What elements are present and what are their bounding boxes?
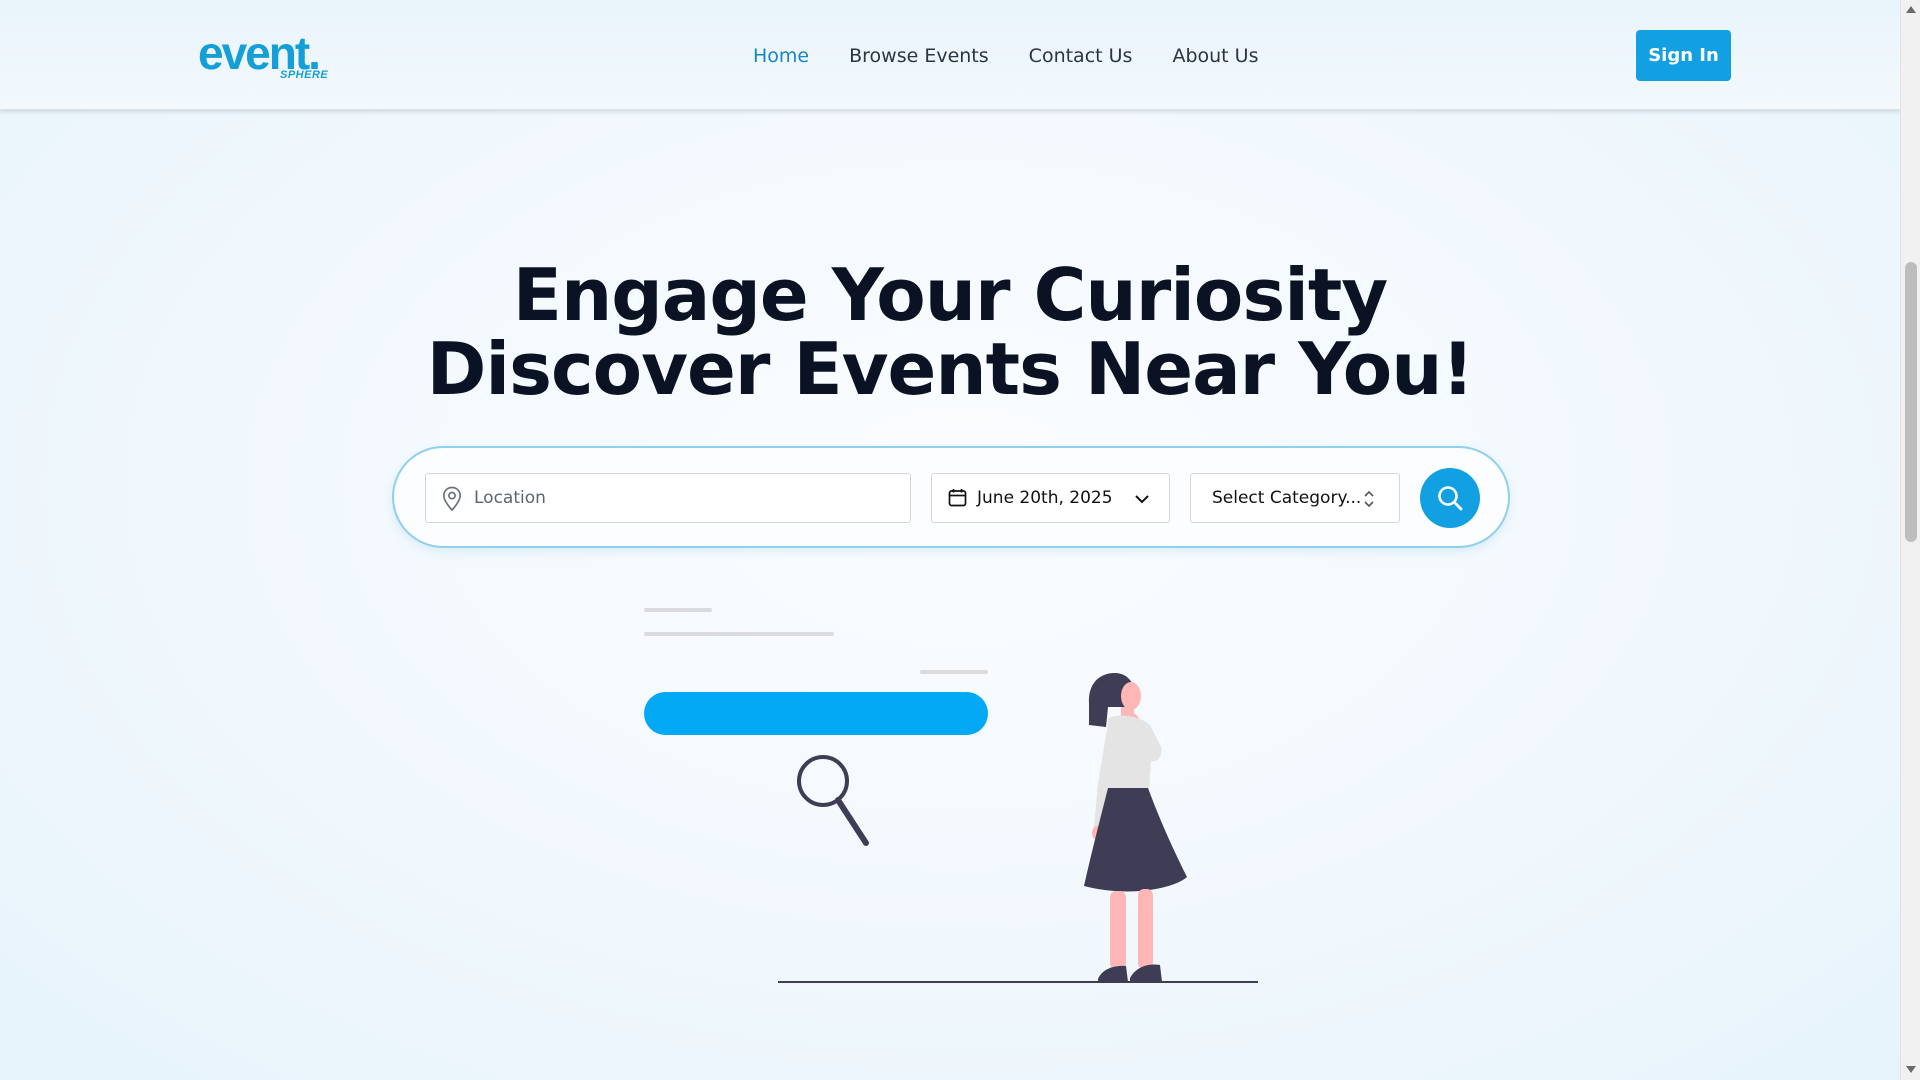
illustration-line-1	[644, 608, 712, 612]
calendar-icon	[948, 488, 967, 511]
category-value: Select Category...	[1212, 488, 1362, 508]
date-picker[interactable]: June 20th, 2025	[931, 473, 1170, 523]
site-header: event. SPHERE Home Browse Events Contact…	[0, 0, 1900, 110]
scrollbar-thumb[interactable]	[1905, 262, 1917, 542]
map-pin-icon	[442, 486, 462, 516]
search-icon	[1438, 486, 1463, 511]
hero-title-line-2: Discover Events Near You!	[426, 327, 1475, 411]
illustration-line-2	[644, 632, 834, 636]
nav-link-contact-us[interactable]: Contact Us	[1029, 40, 1133, 72]
category-select[interactable]: Select Category...	[1190, 473, 1400, 523]
illustration-search-bar	[644, 692, 988, 735]
sign-in-button[interactable]: Sign In	[1636, 30, 1731, 81]
location-input[interactable]	[474, 474, 894, 522]
location-field[interactable]	[425, 473, 911, 523]
hero-title-line-1: Engage Your Curiosity	[512, 253, 1388, 337]
scroll-up-arrow-icon[interactable]	[1906, 6, 1916, 13]
chevron-down-icon	[1134, 491, 1150, 511]
chevron-up-down-icon	[1363, 489, 1375, 513]
hero-title: Engage Your Curiosity Discover Events Ne…	[0, 258, 1900, 406]
date-value: June 20th, 2025	[977, 488, 1113, 508]
illustration-line-3	[920, 670, 988, 674]
event-search-bar: June 20th, 2025 Select Category...	[392, 446, 1510, 548]
main-nav: Home Browse Events Contact Us About Us	[753, 40, 1258, 72]
search-button[interactable]	[1420, 468, 1480, 528]
page-scrollbar[interactable]	[1900, 0, 1920, 1080]
logo-subtitle: SPHERE	[280, 69, 329, 81]
illustration-woman	[1084, 673, 1187, 982]
illustration-magnifier-icon	[797, 755, 869, 846]
search-illustration	[630, 595, 1270, 999]
event-sphere-logo[interactable]: event. SPHERE	[198, 28, 338, 88]
nav-link-browse-events[interactable]: Browse Events	[849, 40, 989, 72]
scroll-down-arrow-icon[interactable]	[1906, 1066, 1916, 1073]
nav-link-home[interactable]: Home	[753, 40, 809, 72]
nav-link-about-us[interactable]: About Us	[1172, 40, 1258, 72]
